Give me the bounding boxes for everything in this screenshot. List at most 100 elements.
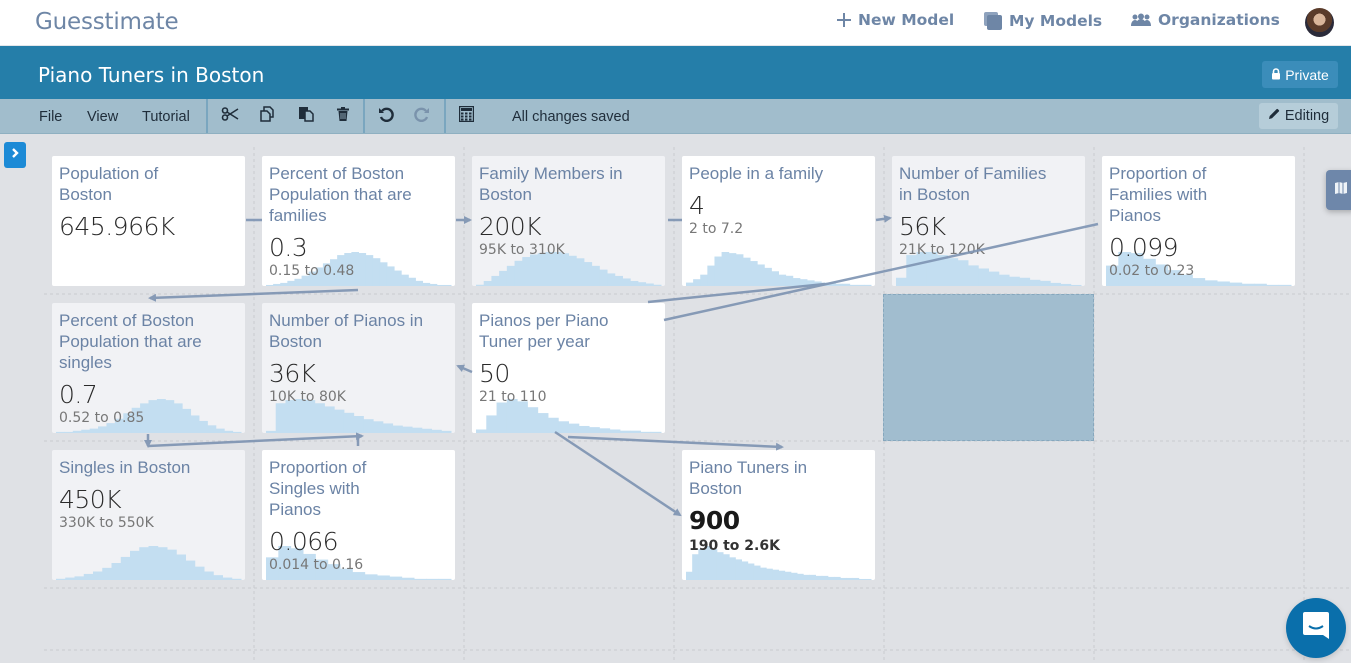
metric-range: 0.014 to 0.16 (269, 557, 364, 573)
histogram-bar (167, 549, 177, 580)
histogram-bar (753, 565, 761, 580)
histogram-bar (414, 578, 427, 580)
metric-value: 0.7 (59, 380, 98, 409)
metric-name: Percent of Boston Population that are fa… (269, 164, 412, 225)
selected-empty-cell[interactable] (883, 294, 1094, 441)
histogram-bar (896, 277, 907, 286)
metric-range: 0.15 to 0.48 (269, 263, 355, 279)
histogram-bar (998, 274, 1010, 286)
histogram-bar (148, 546, 159, 580)
histogram-bar (1070, 284, 1082, 286)
histogram-bar (273, 283, 281, 286)
histogram-bar (650, 431, 662, 433)
histogram-bar (599, 269, 608, 286)
histogram-bar (578, 425, 590, 433)
histogram-bar (231, 578, 242, 580)
histogram-bar (803, 574, 810, 580)
histogram-bar (426, 578, 440, 580)
histogram-bar (750, 261, 758, 286)
histogram-bar (1266, 284, 1280, 286)
histogram-bar (287, 280, 295, 286)
metric-value: 50 (479, 359, 510, 388)
histogram-bar (846, 577, 853, 580)
histogram-bar (806, 280, 815, 286)
histogram-bar (735, 559, 742, 580)
histogram-bar (56, 431, 65, 433)
metric-card[interactable]: Proportion of Families with Pianos 0.099… (1102, 156, 1295, 286)
histogram-bar (421, 428, 433, 433)
histogram-bar (102, 567, 112, 580)
chat-icon (1302, 611, 1330, 646)
metric-name: Singles in Boston (59, 458, 191, 477)
metric-card[interactable]: People in a family 4 2 to 7.2 (682, 156, 875, 286)
map-icon (1334, 181, 1348, 200)
metric-card[interactable]: Singles in Boston 450K 330K to 550K (52, 450, 245, 580)
histogram-bar (72, 430, 82, 433)
histogram-bar (529, 254, 539, 286)
histogram-bar (443, 284, 452, 286)
histogram-bar (422, 282, 431, 286)
histogram-bar (1278, 284, 1292, 286)
histogram-bar (1241, 283, 1255, 286)
histogram-bar (840, 577, 847, 580)
histogram-bar (630, 430, 641, 433)
histogram-bar (537, 413, 549, 433)
histogram-bar (517, 401, 528, 433)
histogram-bar (204, 571, 214, 580)
metric-card[interactable]: Family Members in Boston 200K 95K to 310… (472, 156, 665, 286)
metric-value: 0.099 (1109, 233, 1179, 262)
histogram-bar (747, 563, 755, 580)
metric-value: 56K (899, 212, 946, 241)
histogram-bar (438, 578, 452, 580)
histogram-bar (382, 423, 394, 433)
histogram-bar (176, 554, 186, 580)
histogram-bar (714, 256, 723, 286)
histogram-bar (821, 282, 829, 286)
histogram-bar (157, 547, 168, 580)
histogram-bar (619, 430, 631, 433)
metric-card[interactable]: Pianos per Piano Tuner per year 50 21 to… (472, 303, 665, 433)
histogram-bar (182, 408, 192, 433)
histogram-bar (483, 280, 492, 286)
histogram-bar (506, 265, 516, 286)
metric-card[interactable]: Percent of Boston Population that are si… (52, 303, 245, 433)
histogram-bar (686, 282, 694, 286)
histogram-bar (173, 403, 183, 433)
metric-card[interactable]: Piano Tuners in Boston 900 190 to 2.6K (682, 450, 875, 580)
metric-range: 2 to 7.2 (689, 221, 744, 237)
histogram-bar (365, 255, 374, 286)
histogram-bar (560, 253, 569, 286)
histogram-bar (790, 572, 798, 580)
histogram-bar (707, 265, 715, 286)
histogram-bar (194, 566, 205, 580)
histogram-bar (1050, 282, 1061, 286)
metric-card[interactable]: Population of Boston 645.966K (52, 156, 245, 286)
histogram-bar (314, 403, 325, 433)
metric-card[interactable]: Percent of Boston Population that are fa… (262, 156, 455, 286)
histogram-bar (352, 572, 366, 580)
histogram-bar (476, 429, 487, 433)
histogram-bar (864, 578, 872, 580)
histogram-bar (778, 570, 786, 580)
histogram-bar (576, 258, 585, 286)
metric-range: 190 to 2.6K (689, 538, 780, 554)
histogram-bar (967, 265, 979, 286)
metric-card[interactable]: Number of Families in Boston 56K 21K to … (892, 156, 1085, 286)
histogram-bar (609, 429, 621, 433)
histogram-bar (364, 574, 378, 580)
histogram-bar (1217, 281, 1230, 286)
metric-card[interactable]: Proportion of Singles with Pianos 0.066 … (262, 450, 455, 580)
histogram-bar (614, 275, 623, 286)
histogram-bar (491, 275, 500, 286)
map-view-button[interactable] (1326, 170, 1351, 210)
histogram-bar (693, 279, 701, 286)
histogram-bar (558, 421, 569, 433)
histogram-bar (83, 573, 94, 580)
metric-card[interactable]: Number of Pianos in Boston 36K 10K to 80… (262, 303, 455, 433)
histogram-bar (285, 400, 296, 433)
histogram-bar (828, 282, 836, 286)
chat-support-button[interactable] (1286, 598, 1346, 658)
histogram-bar (835, 283, 844, 286)
histogram-bar (771, 271, 779, 286)
sidebar-toggle-button[interactable] (4, 142, 26, 168)
